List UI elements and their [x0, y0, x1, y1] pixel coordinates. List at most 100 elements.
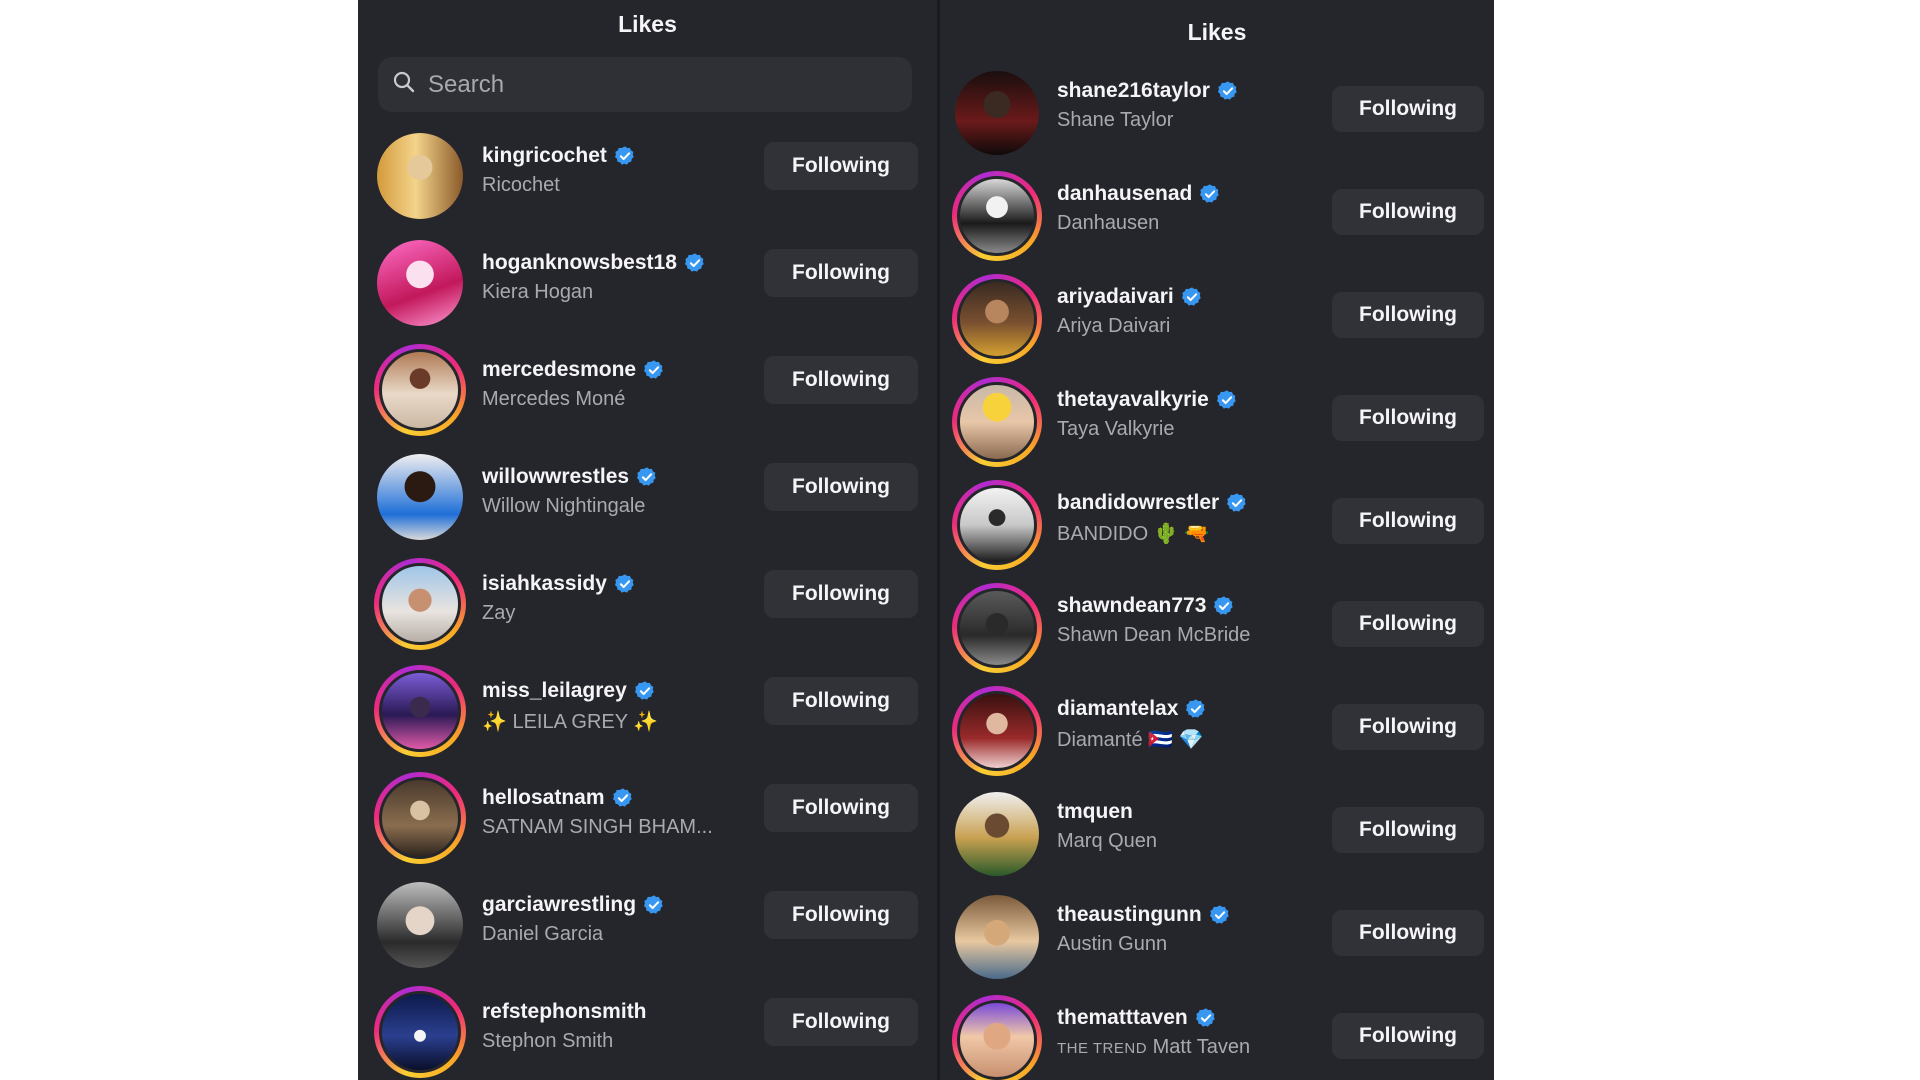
avatar[interactable] — [957, 176, 1037, 256]
avatar[interactable] — [957, 691, 1037, 771]
username[interactable]: garciawrestling — [482, 893, 636, 917]
avatar[interactable] — [955, 792, 1039, 876]
following-button[interactable]: Following — [764, 570, 918, 618]
list-item[interactable]: garciawrestling Daniel Garcia Following — [358, 871, 937, 978]
user-info[interactable]: kingricochet Ricochet — [482, 144, 636, 197]
list-item[interactable]: hoganknowsbest18 Kiera Hogan Following — [358, 229, 937, 336]
story-ring[interactable] — [952, 995, 1042, 1080]
user-info[interactable]: mercedesmone Mercedes Moné — [482, 358, 665, 411]
avatar[interactable] — [379, 777, 461, 859]
avatar[interactable] — [957, 588, 1037, 668]
user-info[interactable]: willowwrestles Willow Nightingale — [482, 465, 658, 518]
following-button[interactable]: Following — [764, 784, 918, 832]
user-info[interactable]: miss_leilagrey ✨ LEILA GREY ✨ — [482, 679, 658, 734]
avatar-frame[interactable] — [952, 892, 1042, 982]
username[interactable]: refstephonsmith — [482, 1000, 647, 1024]
avatar[interactable] — [957, 485, 1037, 565]
username[interactable]: shane216taylor — [1057, 79, 1210, 103]
user-info[interactable]: hoganknowsbest18 Kiera Hogan — [482, 251, 706, 304]
following-button[interactable]: Following — [764, 677, 918, 725]
list-item[interactable]: miss_leilagrey ✨ LEILA GREY ✨ Following — [358, 657, 937, 764]
following-button[interactable]: Following — [1332, 189, 1484, 235]
list-item[interactable]: mercedesmone Mercedes Moné Following — [358, 336, 937, 443]
user-info[interactable]: bandidowrestler BANDIDO 🌵 🔫 — [1057, 491, 1248, 546]
search-input[interactable] — [426, 69, 890, 100]
list-item[interactable]: refstephonsmith Stephon Smith Following — [358, 978, 937, 1080]
following-button[interactable]: Following — [764, 249, 918, 297]
user-info[interactable]: thematttaven THE TREND Matt Taven — [1057, 1006, 1250, 1059]
following-button[interactable]: Following — [1332, 807, 1484, 853]
search-bar[interactable] — [378, 57, 912, 112]
story-ring[interactable] — [374, 344, 466, 436]
story-ring[interactable] — [374, 986, 466, 1078]
following-button[interactable]: Following — [1332, 601, 1484, 647]
following-button[interactable]: Following — [1332, 1013, 1484, 1059]
avatar[interactable] — [379, 991, 461, 1073]
list-item[interactable]: bandidowrestler BANDIDO 🌵 🔫 Following — [940, 475, 1494, 578]
avatar-frame[interactable] — [374, 879, 466, 971]
following-button[interactable]: Following — [1332, 86, 1484, 132]
story-ring[interactable] — [374, 558, 466, 650]
avatar[interactable] — [377, 454, 463, 540]
avatar[interactable] — [379, 349, 461, 431]
following-button[interactable]: Following — [764, 463, 918, 511]
username[interactable]: willowwrestles — [482, 465, 629, 489]
user-info[interactable]: shane216taylor Shane Taylor — [1057, 79, 1239, 132]
avatar-frame[interactable] — [374, 130, 466, 222]
list-item[interactable]: isiahkassidy Zay Following — [358, 550, 937, 657]
avatar[interactable] — [955, 895, 1039, 979]
list-item[interactable]: hellosatnam SATNAM SINGH BHAM... Following — [358, 764, 937, 871]
username[interactable]: ariyadaivari — [1057, 285, 1174, 309]
user-info[interactable]: ariyadaivari Ariya Daivari — [1057, 285, 1203, 338]
avatar[interactable] — [957, 279, 1037, 359]
story-ring[interactable] — [952, 686, 1042, 776]
following-button[interactable]: Following — [1332, 704, 1484, 750]
username[interactable]: bandidowrestler — [1057, 491, 1219, 515]
avatar[interactable] — [379, 563, 461, 645]
list-item[interactable]: diamantelax Diamanté 🇨🇺 💎 Following — [940, 681, 1494, 784]
following-button[interactable]: Following — [764, 142, 918, 190]
story-ring[interactable] — [952, 480, 1042, 570]
username[interactable]: danhausenad — [1057, 182, 1192, 206]
following-button[interactable]: Following — [1332, 292, 1484, 338]
username[interactable]: theaustingunn — [1057, 903, 1202, 927]
list-item[interactable]: danhausenad Danhausen Following — [940, 166, 1494, 269]
username[interactable]: thematttaven — [1057, 1006, 1188, 1030]
story-ring[interactable] — [952, 171, 1042, 261]
user-info[interactable]: isiahkassidy Zay — [482, 572, 636, 625]
user-info[interactable]: garciawrestling Daniel Garcia — [482, 893, 665, 946]
user-info[interactable]: refstephonsmith Stephon Smith — [482, 1000, 647, 1053]
user-info[interactable]: tmquen Marq Quen — [1057, 800, 1157, 853]
avatar[interactable] — [957, 1000, 1037, 1080]
avatar[interactable] — [377, 240, 463, 326]
username[interactable]: kingricochet — [482, 144, 607, 168]
username[interactable]: shawndean773 — [1057, 594, 1206, 618]
username[interactable]: thetayavalkyrie — [1057, 388, 1209, 412]
list-item[interactable]: shane216taylor Shane Taylor Following — [940, 63, 1494, 166]
avatar-frame[interactable] — [952, 68, 1042, 158]
avatar-frame[interactable] — [374, 451, 466, 543]
user-info[interactable]: shawndean773 Shawn Dean McBride — [1057, 594, 1250, 647]
story-ring[interactable] — [374, 665, 466, 757]
list-item[interactable]: theaustingunn Austin Gunn Following — [940, 887, 1494, 990]
following-button[interactable]: Following — [764, 356, 918, 404]
list-item[interactable]: willowwrestles Willow Nightingale Followin… — [358, 443, 937, 550]
user-info[interactable]: theaustingunn Austin Gunn — [1057, 903, 1231, 956]
story-ring[interactable] — [952, 274, 1042, 364]
following-button[interactable]: Following — [764, 891, 918, 939]
list-item[interactable]: thematttaven THE TREND Matt Taven Followin… — [940, 990, 1494, 1080]
list-item[interactable]: tmquen Marq Quen Following — [940, 784, 1494, 887]
user-info[interactable]: thetayavalkyrie Taya Valkyrie — [1057, 388, 1238, 441]
user-info[interactable]: hellosatnam SATNAM SINGH BHAM... — [482, 786, 713, 839]
user-info[interactable]: diamantelax Diamanté 🇨🇺 💎 — [1057, 697, 1207, 752]
avatar[interactable] — [379, 670, 461, 752]
user-info[interactable]: danhausenad Danhausen — [1057, 182, 1221, 235]
list-item[interactable]: thetayavalkyrie Taya Valkyrie Following — [940, 372, 1494, 475]
list-item[interactable]: kingricochet Ricochet Following — [358, 122, 937, 229]
username[interactable]: hoganknowsbest18 — [482, 251, 677, 275]
username[interactable]: miss_leilagrey — [482, 679, 627, 703]
avatar-frame[interactable] — [374, 237, 466, 329]
avatar[interactable] — [955, 71, 1039, 155]
following-button[interactable]: Following — [1332, 498, 1484, 544]
following-button[interactable]: Following — [1332, 395, 1484, 441]
